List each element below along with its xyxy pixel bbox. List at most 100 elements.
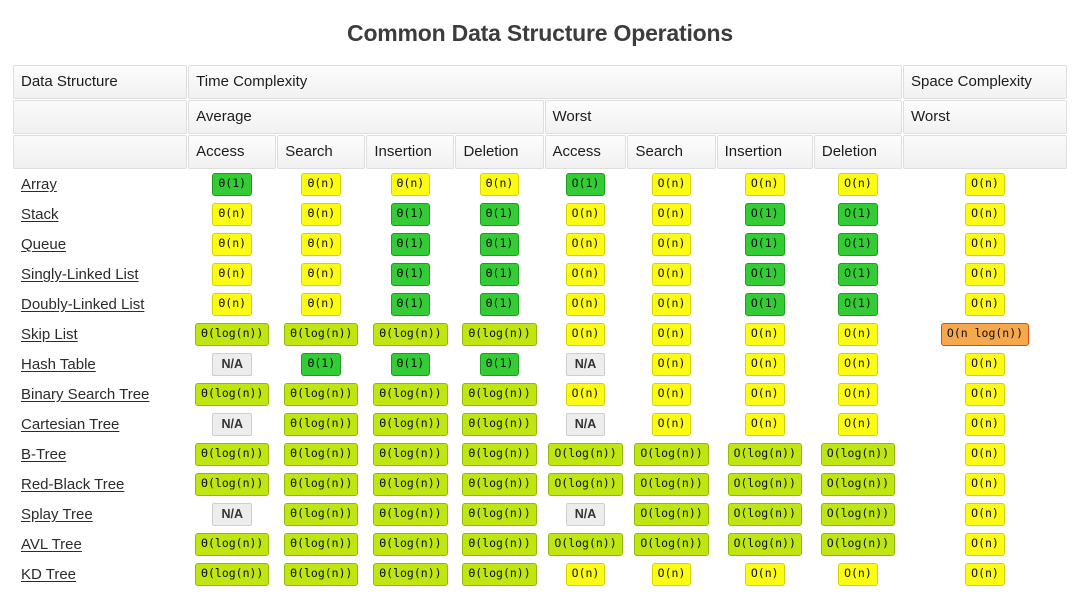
table-row: B-Tree Θ(log(n)) Θ(log(n)) Θ(log(n)) Θ(log(n… bbox=[13, 440, 1067, 469]
complexity-badge: Θ(1) bbox=[390, 263, 431, 286]
complexity-cell: O(log(n)) bbox=[717, 530, 813, 559]
complexity-badge: O(log(n)) bbox=[727, 473, 802, 496]
complexity-badge: O(1) bbox=[744, 263, 785, 286]
row-link-avl-tree[interactable]: AVL Tree bbox=[13, 530, 187, 559]
row-link-array[interactable]: Array bbox=[13, 170, 187, 199]
header-cell-search: Search bbox=[627, 135, 716, 169]
row-link-hash-table[interactable]: Hash Table bbox=[13, 350, 187, 379]
header-cell-search: Search bbox=[277, 135, 366, 169]
complexity-badge: Θ(1) bbox=[390, 233, 431, 256]
complexity-badge: Θ(log(n)) bbox=[462, 563, 537, 586]
complexity-badge: Θ(n) bbox=[301, 173, 342, 196]
header-cell-access: Access bbox=[544, 135, 627, 169]
complexity-cell: O(n) bbox=[903, 350, 1067, 379]
row-link-cartesian-tree[interactable]: Cartesian Tree bbox=[13, 410, 187, 439]
complexity-cell: Θ(1) bbox=[366, 230, 454, 259]
complexity-badge: Θ(1) bbox=[212, 173, 253, 196]
row-link-b-tree[interactable]: B-Tree bbox=[13, 440, 187, 469]
table-row: Doubly-Linked List Θ(n) Θ(n) Θ(1) Θ(1) O(n) O(… bbox=[13, 290, 1067, 319]
page-title: Common Data Structure Operations bbox=[347, 20, 733, 46]
complexity-badge: O(n) bbox=[565, 323, 606, 346]
complexity-cell: O(n) bbox=[903, 230, 1067, 259]
complexity-badge: O(log(n)) bbox=[548, 443, 623, 466]
row-link-binary-search-tree[interactable]: Binary Search Tree bbox=[13, 380, 187, 409]
complexity-badge: Θ(1) bbox=[479, 203, 520, 226]
complexity-badge: Θ(log(n)) bbox=[462, 383, 537, 406]
row-link-kd-tree[interactable]: KD Tree bbox=[13, 560, 187, 589]
complexity-badge: O(n) bbox=[651, 173, 692, 196]
complexity-cell: Θ(log(n)) bbox=[277, 530, 365, 559]
complexity-cell: Θ(log(n)) bbox=[455, 320, 543, 349]
complexity-table: Data Structure Time Complexity Space Compl… bbox=[12, 64, 1068, 590]
complexity-cell: Θ(log(n)) bbox=[366, 560, 454, 589]
complexity-cell: O(n) bbox=[545, 260, 627, 289]
complexity-badge: O(n) bbox=[565, 263, 606, 286]
complexity-badge: Θ(log(n)) bbox=[462, 503, 537, 526]
row-link-doubly-linked-list[interactable]: Doubly-Linked List bbox=[13, 290, 187, 319]
complexity-cell: O(1) bbox=[717, 230, 813, 259]
complexity-cell: Θ(1) bbox=[277, 350, 365, 379]
complexity-badge: Θ(1) bbox=[390, 203, 431, 226]
complexity-cell: N/A bbox=[188, 500, 276, 529]
na-badge: N/A bbox=[565, 352, 606, 377]
complexity-cell: Θ(n) bbox=[277, 230, 365, 259]
complexity-cell: O(n) bbox=[627, 410, 715, 439]
complexity-cell: Θ(log(n)) bbox=[366, 530, 454, 559]
complexity-cell: O(n) bbox=[627, 170, 715, 199]
complexity-badge: O(n) bbox=[744, 383, 785, 406]
complexity-badge: O(log(n)) bbox=[634, 443, 709, 466]
complexity-cell: O(n) bbox=[814, 380, 902, 409]
complexity-cell: O(n) bbox=[903, 500, 1067, 529]
row-link-queue[interactable]: Queue bbox=[13, 230, 187, 259]
complexity-badge: O(log(n)) bbox=[727, 443, 802, 466]
header-cell-insertion: Insertion bbox=[716, 135, 813, 169]
complexity-badge: O(1) bbox=[838, 263, 878, 286]
table-container: Data Structure Time Complexity Space Compl… bbox=[0, 64, 1080, 590]
complexity-cell: Θ(log(n)) bbox=[455, 470, 543, 499]
complexity-cell: O(log(n)) bbox=[814, 470, 902, 499]
complexity-badge: Θ(n) bbox=[212, 293, 253, 316]
complexity-badge: Θ(log(n)) bbox=[373, 473, 448, 496]
complexity-cell: O(n) bbox=[903, 560, 1067, 589]
table-row: Binary Search Tree Θ(log(n)) Θ(log(n)) Θ(lo… bbox=[13, 380, 1067, 409]
complexity-cell: O(n) bbox=[627, 560, 715, 589]
complexity-badge: O(n) bbox=[838, 323, 878, 346]
complexity-cell: O(1) bbox=[814, 290, 902, 319]
header-cell-deletion: Deletion bbox=[813, 135, 902, 169]
complexity-cell: O(n) bbox=[717, 170, 813, 199]
complexity-badge: Θ(log(n)) bbox=[284, 563, 359, 586]
row-link-skip-list[interactable]: Skip List bbox=[13, 320, 187, 349]
complexity-badge: O(n) bbox=[965, 443, 1005, 466]
header-cell-blank bbox=[902, 135, 1067, 169]
complexity-badge: O(n) bbox=[965, 383, 1005, 406]
complexity-cell: Θ(log(n)) bbox=[366, 470, 454, 499]
complexity-cell: Θ(log(n)) bbox=[455, 530, 543, 559]
complexity-cell: Θ(log(n)) bbox=[188, 320, 276, 349]
row-link-splay-tree[interactable]: Splay Tree bbox=[13, 500, 187, 529]
row-link-stack[interactable]: Stack bbox=[13, 200, 187, 229]
row-link-red-black-tree[interactable]: Red-Black Tree bbox=[13, 470, 187, 499]
complexity-badge: Θ(n) bbox=[212, 203, 253, 226]
complexity-badge: O(n) bbox=[651, 263, 692, 286]
complexity-badge: Θ(log(n)) bbox=[462, 533, 537, 556]
complexity-cell: O(n) bbox=[627, 230, 715, 259]
complexity-cell: Θ(log(n)) bbox=[277, 560, 365, 589]
complexity-cell: O(n) bbox=[545, 230, 627, 259]
row-link-singly-linked-list[interactable]: Singly-Linked List bbox=[13, 260, 187, 289]
header-cell-average: Average bbox=[188, 100, 544, 134]
complexity-cell: O(n) bbox=[903, 200, 1067, 229]
complexity-badge: Θ(log(n)) bbox=[195, 443, 270, 466]
complexity-badge: Θ(log(n)) bbox=[195, 563, 270, 586]
complexity-cell: O(n) bbox=[814, 410, 902, 439]
table-row: Array Θ(1) Θ(n) Θ(n) Θ(n) O(1) O(n) O(n) O(n) O(n… bbox=[13, 170, 1067, 199]
complexity-badge: O(1) bbox=[744, 203, 785, 226]
complexity-badge: O(log(n)) bbox=[548, 473, 623, 496]
complexity-badge: O(n) bbox=[965, 533, 1005, 556]
na-badge: N/A bbox=[212, 412, 252, 437]
complexity-cell: O(n) bbox=[903, 440, 1067, 469]
complexity-cell: N/A bbox=[545, 500, 627, 529]
table-row: Queue Θ(n) Θ(n) Θ(1) Θ(1) O(n) O(n) O(1) O(1) O(n… bbox=[13, 230, 1067, 259]
complexity-cell: Θ(n) bbox=[277, 200, 365, 229]
complexity-cell: Θ(log(n)) bbox=[277, 440, 365, 469]
complexity-cell: Θ(log(n)) bbox=[455, 560, 543, 589]
